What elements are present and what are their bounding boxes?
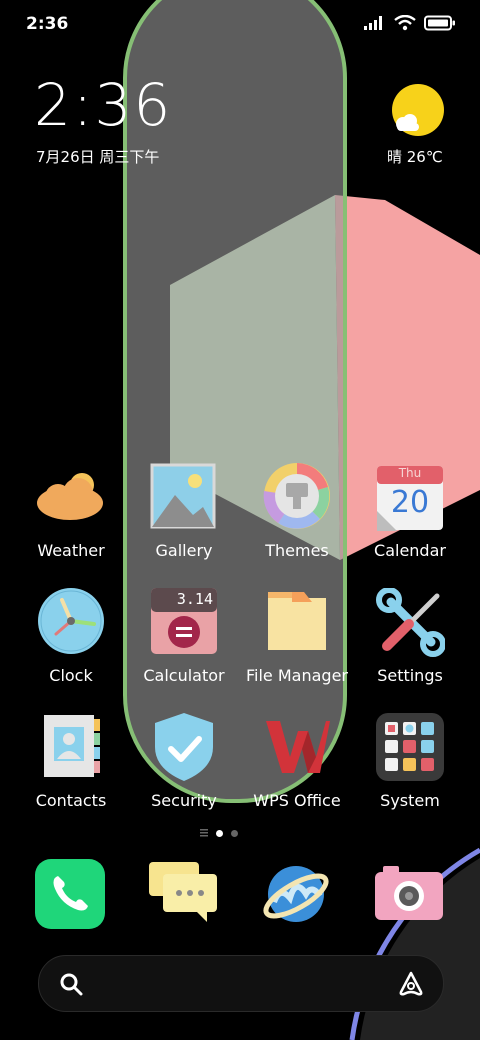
app-settings[interactable]: Settings [350, 587, 470, 685]
message-bubbles-icon [149, 862, 217, 922]
wifi-icon [394, 15, 416, 31]
weather-text: 晴 26℃ [387, 148, 443, 166]
app-label: Weather [37, 541, 105, 560]
app-label: Security [151, 791, 217, 810]
app-label: File Manager [246, 666, 348, 685]
app-contacts[interactable]: Contacts [11, 713, 131, 810]
wps-logo-icon [262, 713, 332, 783]
status-time: 2:36 [26, 14, 69, 34]
cloud-icon [396, 114, 419, 131]
app-label: Themes [265, 541, 329, 560]
dock-messages[interactable] [147, 858, 219, 930]
calendar-day-number: 20 [390, 485, 430, 520]
app-clock[interactable]: Clock [11, 588, 131, 685]
contacts-app-icon [36, 713, 106, 783]
folder-icon [262, 588, 332, 658]
app-themes[interactable]: Themes [237, 463, 357, 560]
app-label: WPS Office [253, 791, 341, 810]
dock-phone[interactable] [34, 858, 106, 930]
page-dot-active[interactable] [216, 829, 223, 837]
calendar-app-icon: Thu 20 [375, 463, 445, 533]
clock-widget-date: 7月26日 周三下午 [36, 148, 160, 166]
app-wps-office[interactable]: WPS Office [237, 713, 357, 810]
app-calendar[interactable]: Thu 20 Calendar [350, 463, 470, 560]
battery-icon [424, 15, 455, 31]
app-label: Settings [377, 666, 443, 685]
app-weather[interactable]: Weather [11, 463, 131, 560]
app-label: Contacts [35, 791, 107, 810]
dock-browser[interactable] [260, 858, 332, 930]
page-indicator [200, 829, 238, 837]
calculator-app-icon: 3.14 [149, 588, 219, 658]
clock-widget-time[interactable]: 2:36 [34, 76, 172, 134]
app-system-folder[interactable]: System [350, 713, 470, 810]
calculator-display: 3.14 [176, 590, 213, 608]
signal-icon [364, 16, 382, 30]
app-label: Calendar [374, 541, 446, 560]
app-label: Gallery [155, 541, 213, 560]
menu-lines-icon [200, 829, 208, 837]
app-security[interactable]: Security [124, 713, 244, 810]
phone-icon [35, 859, 105, 929]
assistant-icon[interactable] [397, 970, 425, 998]
search-bar[interactable] [38, 955, 444, 1012]
app-file-manager[interactable]: File Manager [237, 588, 357, 685]
status-icons [364, 15, 456, 31]
app-label: Clock [49, 666, 93, 685]
browser-planet-icon [263, 866, 329, 922]
gallery-app-icon [149, 463, 219, 533]
page-dot[interactable] [231, 829, 238, 837]
dock-camera[interactable] [373, 858, 445, 930]
calendar-day-short: Thu [398, 466, 422, 480]
clock-app-icon [36, 588, 106, 658]
wrench-screwdriver-icon [375, 587, 446, 658]
app-label: Calculator [143, 666, 225, 685]
system-folder-icon [375, 713, 445, 783]
search-icon [60, 973, 83, 996]
app-calculator[interactable]: 3.14 Calculator [124, 588, 244, 685]
app-label: System [380, 791, 440, 810]
camera-icon [375, 866, 443, 920]
shield-icon [149, 713, 219, 783]
weather-app-icon [36, 463, 106, 533]
themes-app-icon [262, 463, 332, 533]
app-gallery[interactable]: Gallery [124, 463, 244, 560]
